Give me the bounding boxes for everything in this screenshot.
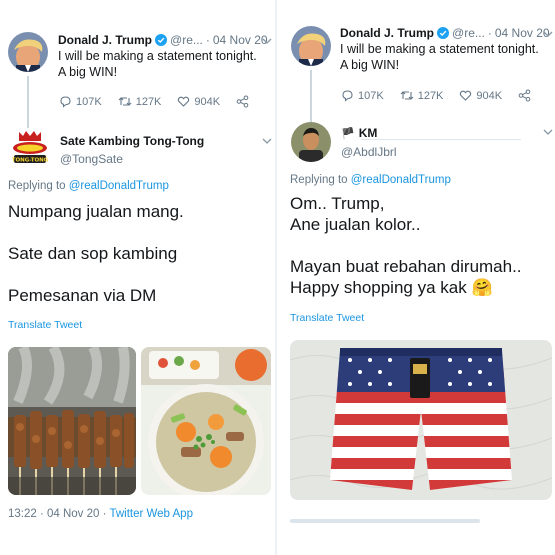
like-count: 904K: [194, 95, 221, 108]
flag-icon: 🏴: [341, 127, 355, 140]
left-reply-author-handle[interactable]: @TongSate: [60, 152, 123, 166]
thread-line: [27, 76, 29, 132]
reply-text-line: Om.. Trump,: [290, 194, 385, 213]
left-reply-author-name[interactable]: Sate Kambing Tong-Tong: [60, 134, 204, 148]
heart-icon: [178, 96, 190, 107]
chevron-down-icon[interactable]: [543, 29, 553, 39]
km-avatar[interactable]: [291, 122, 331, 162]
trump-avatar[interactable]: [291, 26, 331, 66]
quoted-author-name[interactable]: Donald J. Trump: [340, 26, 434, 40]
flag-shorts-photo[interactable]: [290, 340, 552, 500]
reply-text-line: Numpang jualan mang.: [8, 202, 184, 221]
chevron-down-icon[interactable]: [262, 36, 272, 46]
quoted-tweet-actions: 107K 127K 904K: [341, 89, 551, 102]
translate-tweet-link[interactable]: Translate Tweet: [290, 312, 364, 324]
chevron-down-icon[interactable]: [262, 136, 272, 146]
quoted-tweet-header: Donald J. Trump @re... · 04 Nov 20: [58, 33, 268, 47]
left-tweet-panel: Donald J. Trump @re... · 04 Nov 20 I wil…: [0, 0, 272, 555]
reply-text-line: Sate dan sop kambing: [8, 244, 178, 263]
quoted-tweet-date[interactable]: 04 Nov 20: [213, 33, 268, 47]
right-reply-author-name[interactable]: KM: [359, 126, 378, 140]
replying-to-label: Replying to: [8, 180, 66, 192]
retweet-count: 127K: [135, 95, 162, 108]
reply-count: 107K: [76, 95, 102, 108]
tweet-source-app[interactable]: Twitter Web App: [109, 508, 193, 520]
panel-divider: [275, 0, 277, 555]
reply-icon: [60, 96, 71, 108]
sate-kambing-logo[interactable]: TONG-TONG: [10, 128, 50, 166]
left-reply-text: Numpang jualan mang. Sate dan sop kambin…: [8, 201, 184, 306]
right-reply-footer-cropped: [290, 514, 480, 526]
satay-photo[interactable]: [8, 347, 136, 495]
left-reply-header: Sate Kambing Tong-Tong: [60, 134, 204, 148]
tweet-timestamp[interactable]: 13:22 · 04 Nov 20 ·: [8, 508, 106, 520]
separator: ·: [205, 33, 210, 47]
right-reply-header: 🏴 KM: [341, 126, 377, 140]
chevron-down-icon[interactable]: [543, 127, 553, 137]
retweet-icon: [118, 97, 132, 106]
quoted-tweet-text: I will be making a statement tonight. A …: [340, 42, 539, 72]
separator: ·: [487, 26, 492, 40]
reply-icon: [342, 90, 353, 102]
reply-text-line: Mayan buat rebahan dirumah..: [290, 257, 522, 276]
translate-tweet-link[interactable]: Translate Tweet: [8, 319, 82, 331]
quoted-tweet-text: I will be making a statement tonight. A …: [58, 49, 257, 79]
verified-icon: [437, 27, 450, 39]
heart-icon: [460, 90, 472, 101]
replying-to-mention[interactable]: @realDonaldTrump: [351, 174, 451, 186]
right-tweet-panel: Donald J. Trump @re... · 04 Nov 20 I wil…: [283, 0, 555, 555]
like-button[interactable]: 904K: [177, 95, 220, 108]
right-reply-text: Om.. Trump, Ane jualan kolor.. Mayan bua…: [290, 193, 522, 298]
retweet-button[interactable]: 127K: [400, 89, 444, 102]
retweet-button[interactable]: 127K: [118, 95, 162, 108]
replying-to-mention[interactable]: @realDonaldTrump: [69, 180, 169, 192]
reply-button[interactable]: 107K: [59, 95, 102, 108]
reply-count: 107K: [358, 89, 384, 102]
like-count: 904K: [476, 89, 503, 102]
share-icon: [518, 89, 531, 102]
like-button[interactable]: 904K: [459, 89, 502, 102]
quoted-tweet-header: Donald J. Trump @re... · 04 Nov 20: [340, 26, 550, 40]
quoted-author-handle[interactable]: @re...: [452, 26, 485, 40]
replying-to: Replying to @realDonaldTrump: [290, 174, 451, 186]
share-button[interactable]: [518, 89, 535, 102]
replying-to: Replying to @realDonaldTrump: [8, 180, 169, 192]
thread-line: [310, 70, 312, 122]
quoted-author-name[interactable]: Donald J. Trump: [58, 33, 152, 47]
cropped-footer-bar: [290, 519, 480, 523]
reply-text-line: Ane jualan kolor..: [290, 215, 421, 234]
goat-soup-photo[interactable]: [141, 347, 271, 495]
left-reply-footer: 13:22 · 04 Nov 20 · Twitter Web App: [8, 508, 193, 520]
retweet-icon: [400, 91, 414, 100]
share-icon: [236, 95, 249, 108]
logo-text: TONG-TONG: [12, 158, 49, 164]
reply-text-line: Happy shopping ya kak 🤗: [290, 278, 493, 297]
quoted-tweet-actions: 107K 127K 904K: [59, 95, 269, 108]
quoted-author-handle[interactable]: @re...: [170, 33, 203, 47]
share-button[interactable]: [236, 95, 253, 108]
retweet-count: 127K: [417, 89, 444, 102]
trump-avatar[interactable]: [8, 32, 48, 72]
quoted-tweet-date[interactable]: 04 Nov 20: [495, 26, 550, 40]
right-reply-author-handle[interactable]: @AbdlJbrl: [341, 145, 397, 159]
header-underline: [361, 139, 521, 140]
verified-icon: [155, 34, 168, 46]
reply-text-line: Pemesanan via DM: [8, 286, 157, 305]
replying-to-label: Replying to: [290, 174, 348, 186]
reply-button[interactable]: 107K: [341, 89, 384, 102]
